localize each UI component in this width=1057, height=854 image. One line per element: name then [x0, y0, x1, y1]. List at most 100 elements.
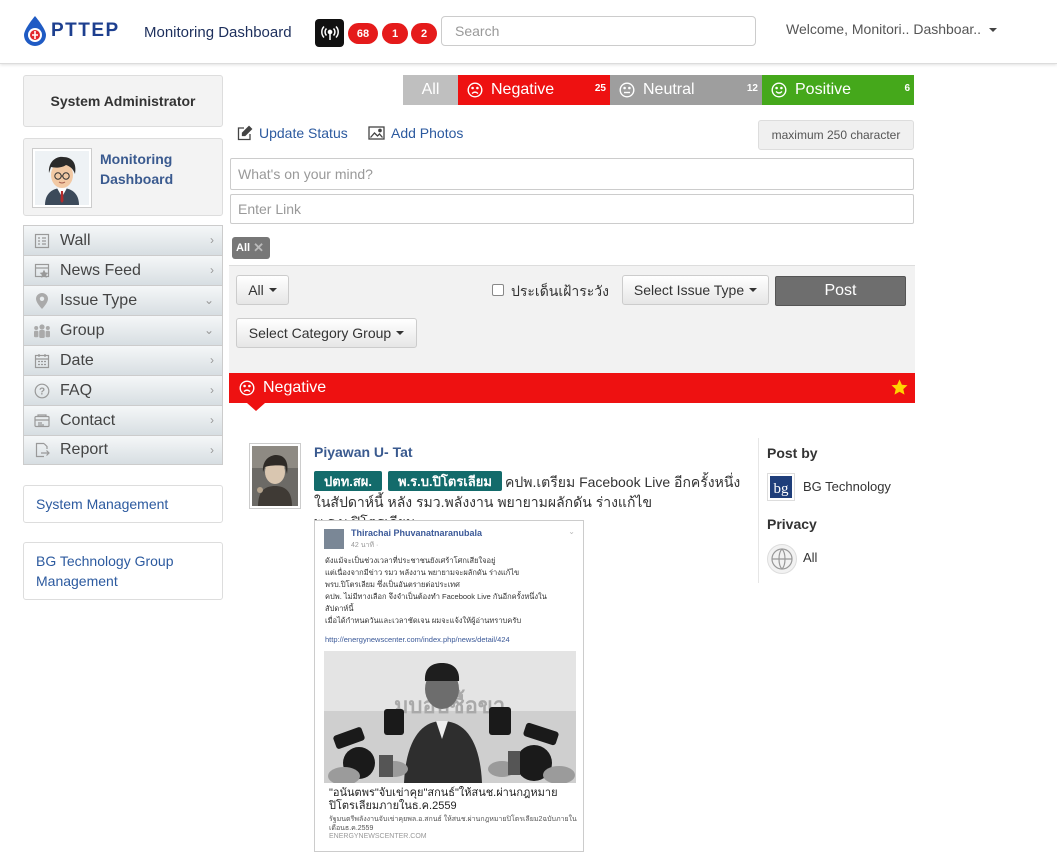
post-author-avatar[interactable]: [249, 443, 301, 509]
sidebar-item-label: Report: [60, 441, 109, 458]
sidebar-item-label: FAQ: [60, 381, 93, 399]
post-author-name[interactable]: Piyawan U- Tat: [314, 444, 413, 460]
system-management-link[interactable]: System Management: [23, 485, 223, 523]
user-menu[interactable]: Welcome, Monitori.. Dashboar..: [786, 21, 997, 37]
audience-dropdown[interactable]: All: [236, 275, 289, 305]
link-input[interactable]: [230, 194, 914, 224]
tab-all[interactable]: All: [403, 75, 458, 105]
news-title[interactable]: "อนันตพร"จับเข่าคุย"สกนธ์"ให้สนช.ผ่านกฎห…: [329, 787, 575, 813]
search-input[interactable]: [441, 16, 756, 46]
chevron-right-icon: ›: [210, 383, 214, 397]
broadcast-icon[interactable]: [315, 19, 344, 47]
notification-badge[interactable]: 68: [348, 23, 378, 44]
post-tag[interactable]: พ.ร.บ.ปิโตรเลียม: [388, 471, 502, 491]
tag-label: All: [236, 242, 251, 254]
chevron-down-icon: ⌄: [203, 293, 214, 307]
alert-badge[interactable]: 2: [411, 23, 437, 44]
message-badge[interactable]: 1: [382, 23, 408, 44]
category-group-dropdown[interactable]: Select Category Group: [236, 318, 417, 348]
add-photos-label: Add Photos: [391, 125, 464, 141]
wall-icon: [24, 233, 60, 249]
group-icon: [24, 323, 60, 338]
news-photo[interactable]: มบอบซื้อขา: [324, 651, 576, 783]
update-status-label: Update Status: [259, 125, 348, 141]
tab-neutral[interactable]: Neutral 12: [610, 75, 762, 105]
bg-technology-logo[interactable]: bg: [767, 473, 795, 501]
sidebar-menu: Wall › News Feed › Issue Type ⌄ Group ⌄ …: [23, 225, 223, 465]
sidebar-item-issue-type[interactable]: Issue Type ⌄: [23, 285, 223, 315]
profile-panel: Monitoring Dashboard: [23, 138, 223, 216]
chevron-right-icon: ›: [210, 263, 214, 277]
tab-positive[interactable]: Positive 6: [762, 75, 914, 105]
sidebar-item-label: Contact: [60, 411, 116, 429]
role-panel: System Administrator: [23, 75, 223, 127]
star-icon[interactable]: [891, 379, 908, 396]
card-line: คปพ. ไม่มีทางเลือก จึงจำเป็นต้องทำ Faceb…: [325, 592, 547, 601]
tab-negative[interactable]: Negative 25: [458, 75, 610, 105]
report-export-icon: [24, 442, 60, 458]
tab-count: 6: [904, 83, 910, 94]
welcome-text: Welcome, Monitori.. Dashboar..: [786, 21, 982, 37]
pttep-logo-icon[interactable]: [24, 16, 46, 46]
watch-issue-checkbox[interactable]: [492, 284, 504, 296]
post-by-label: Post by: [767, 445, 818, 461]
group-management-link[interactable]: BG Technology Group Management: [23, 542, 223, 600]
sidebar-item-label: Wall: [60, 231, 91, 249]
sidebar-item-label: Date: [60, 351, 94, 369]
neutral-face-icon: [619, 82, 635, 98]
sidebar-item-label: News Feed: [60, 261, 141, 279]
dropdown-label: Select Category Group: [248, 325, 392, 341]
selected-tag[interactable]: All ✕: [232, 237, 270, 259]
app-title[interactable]: Monitoring Dashboard: [144, 24, 292, 41]
post-button[interactable]: Post: [775, 276, 906, 306]
globe-icon: [767, 544, 797, 574]
post-tag[interactable]: ปตท.สผ.: [314, 471, 383, 491]
sidebar-item-news-feed[interactable]: News Feed ›: [23, 255, 223, 285]
tab-label: Positive: [795, 81, 852, 98]
contact-card-icon: [24, 413, 60, 428]
caret-down-icon: [988, 28, 997, 32]
chevron-right-icon: ›: [210, 233, 214, 247]
sidebar-item-report[interactable]: Report ›: [23, 435, 223, 465]
tab-count: 25: [594, 83, 606, 94]
caret-down-icon: [268, 288, 277, 292]
caret-down-icon: [396, 331, 405, 335]
sidebar-item-faq[interactable]: ? FAQ ›: [23, 375, 223, 405]
sidebar-item-date[interactable]: Date ›: [23, 345, 223, 375]
sidebar-item-wall[interactable]: Wall ›: [23, 225, 223, 255]
chevron-down-icon: ⌄: [568, 527, 575, 536]
max-character-note: maximum 250 character: [758, 120, 914, 150]
news-source: ENERGYNEWSCENTER.COM: [329, 833, 427, 840]
card-link[interactable]: http://energynewscenter.com/index.php/ne…: [325, 635, 510, 644]
status-input[interactable]: [230, 158, 914, 190]
logo-text[interactable]: PTTEP: [51, 20, 120, 42]
map-pin-icon: [24, 292, 60, 309]
smile-face-icon: [771, 82, 787, 98]
card-message: ดังแม้จะเป็นช่วงเวลาที่ประชาชนยังเศร้าโศ…: [325, 555, 577, 627]
privacy-label: Privacy: [767, 516, 817, 532]
tab-label: All: [421, 81, 440, 98]
card-author-avatar: [324, 529, 344, 549]
avatar[interactable]: [32, 148, 92, 208]
role-label: System Administrator: [50, 93, 196, 109]
sidebar-item-group[interactable]: Group ⌄: [23, 315, 223, 345]
negative-section-header: Negative: [229, 373, 915, 403]
card-line: เมื่อได้กำหนดวันและเวลาชัดเจน ผมจะแจ้งให…: [325, 616, 522, 625]
section-title: Negative: [263, 379, 327, 396]
add-photos-button[interactable]: Add Photos: [368, 125, 463, 141]
issue-type-dropdown[interactable]: Select Issue Type: [622, 275, 769, 305]
post-by-name[interactable]: BG Technology: [803, 479, 891, 494]
close-icon[interactable]: ✕: [253, 240, 264, 256]
tab-label: Neutral: [643, 81, 695, 98]
sidebar-item-contact[interactable]: Contact ›: [23, 405, 223, 435]
profile-name[interactable]: Monitoring Dashboard: [100, 149, 210, 189]
card-line: สัปดาห์นี้: [325, 604, 354, 613]
news-feed-icon: [24, 263, 60, 279]
update-status-button[interactable]: Update Status: [237, 125, 348, 141]
caret-down-icon: [749, 288, 758, 292]
shared-facebook-post[interactable]: Thirachai Phuvanatnaranubala 42 นาที · ⌄…: [314, 520, 584, 852]
card-line: แต่เนื่องจากมีข่าว รมว พลังงาน พยายามจะผ…: [325, 568, 520, 577]
news-description: รัฐมนตรีพลังงานจับเข่าคุยพล.อ.สกนธ์ ให้ส…: [329, 816, 577, 832]
photo-icon: [368, 126, 385, 140]
card-line: พรบ.ปิโตรเลียม ซึ่งเป็นอันตรายต่อประเทศ: [325, 580, 460, 589]
